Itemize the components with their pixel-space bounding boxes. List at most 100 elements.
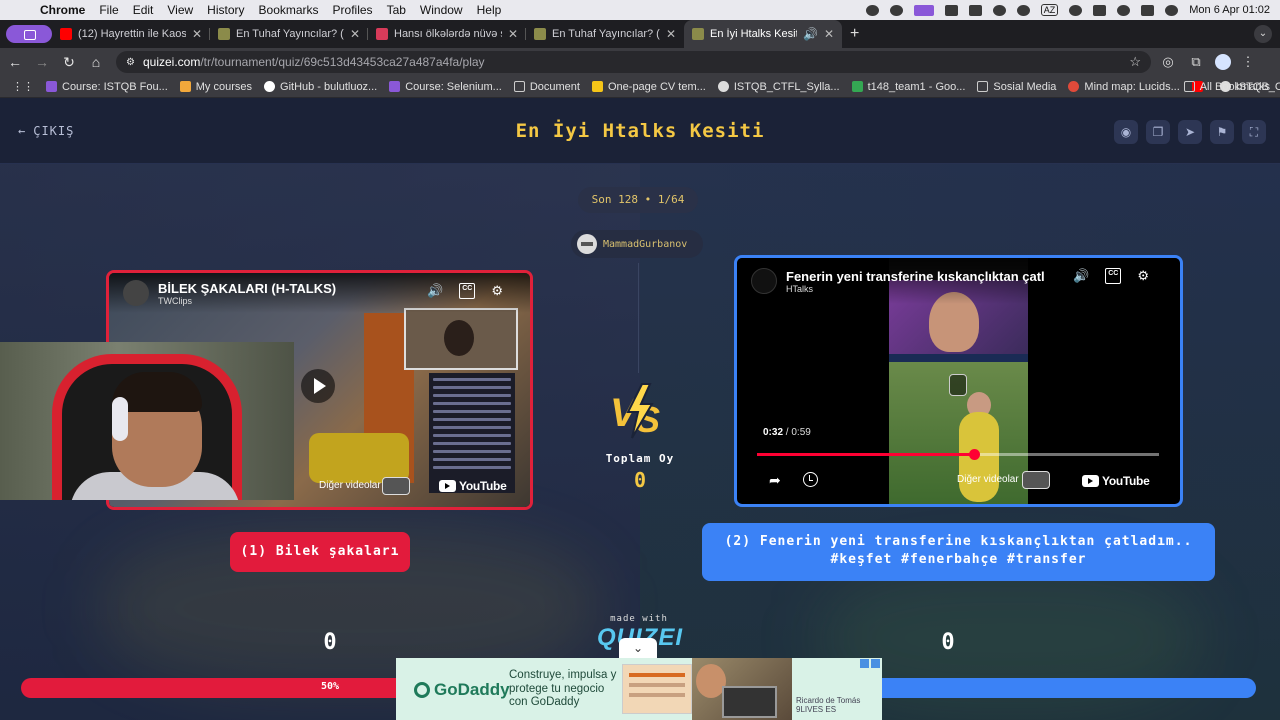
wifi-icon[interactable]	[1069, 4, 1083, 16]
folder-icon	[513, 81, 525, 92]
bookmark-label: Document	[529, 80, 580, 93]
browser-tab[interactable]: En Tuhaf Yayıncılar? (Kick Yay ✕	[526, 20, 684, 48]
video-title[interactable]: BİLEK ŞAKALARI (H-TALKS)	[158, 281, 336, 296]
tab-group-icon[interactable]	[6, 25, 52, 43]
copy-icon[interactable]: ❐	[1146, 120, 1170, 144]
bookmark-item[interactable]: My courses	[179, 81, 252, 93]
play-icon[interactable]	[992, 4, 1006, 16]
menu-window[interactable]: Window	[420, 3, 463, 17]
close-tab-icon[interactable]: ✕	[350, 27, 360, 41]
flag-icon[interactable]: ⚑	[1210, 120, 1234, 144]
tab-search-button[interactable]: ⌄	[1254, 25, 1272, 43]
captions-icon[interactable]: CC	[459, 283, 476, 299]
bookmark-item[interactable]: Sosial Media	[977, 81, 1056, 93]
user-badge[interactable]: MammadGurbanov	[571, 230, 703, 258]
sync-icon[interactable]	[889, 4, 903, 16]
lucid-icon	[1068, 81, 1080, 92]
share-icon[interactable]: ➤	[1178, 120, 1202, 144]
channel-avatar[interactable]	[751, 268, 777, 294]
ad-choices[interactable]	[860, 659, 880, 668]
browser-toolbar: ← → ↻ ⌂ ⚙ quizei.com/tr/tournament/quiz/…	[0, 48, 1280, 76]
bookmark-star-icon[interactable]: ☆	[1129, 54, 1141, 70]
google-lens-icon[interactable]: ◎	[1157, 54, 1179, 70]
browser-tab-active[interactable]: En İyi Htalks Kesiti - Tier L 🔊 ✕	[684, 20, 842, 48]
video-time: 0:32 / 0:59	[763, 427, 811, 438]
menubar-clock[interactable]: Mon 6 Apr 01:02	[1189, 4, 1270, 16]
record-icon[interactable]	[1016, 4, 1030, 16]
chrome-menu-icon[interactable]: ⋮	[1237, 54, 1259, 70]
reload-icon[interactable]: ↻	[57, 54, 81, 71]
tab-favicon-icon	[376, 28, 388, 40]
browser-tab[interactable]: (12) Hayrettin ile Kaos Show - ✕	[52, 20, 210, 48]
tab-title: En Tuhaf Yayıncılar? (Kick Yay	[236, 28, 344, 40]
menu-edit[interactable]: Edit	[133, 3, 154, 17]
bookmark-item[interactable]: GitHub - bulutluoz...	[264, 81, 377, 93]
bookmark-item[interactable]: t148_team1 - Goo...	[851, 81, 965, 93]
channel-name[interactable]: TWClips	[158, 296, 336, 306]
bookmark-item[interactable]: Mind map: Lucids...	[1068, 81, 1180, 93]
video-icon[interactable]	[968, 4, 982, 16]
back-icon[interactable]: ←	[3, 54, 27, 70]
video-title[interactable]: Fenerin yeni transferine kıskançlıktan ç…	[786, 269, 1045, 284]
ad-collapse-button[interactable]: ⌄	[619, 638, 657, 658]
option-2-button[interactable]: (2) Fenerin yeni transferine kıskançlıkt…	[702, 523, 1215, 581]
notion-icon[interactable]	[944, 4, 958, 16]
screen-share-icon[interactable]	[913, 4, 934, 16]
menu-profiles[interactable]: Profiles	[333, 3, 373, 17]
audio-playing-icon[interactable]: 🔊	[803, 27, 818, 41]
extensions-icon[interactable]: ⧉	[1185, 54, 1207, 70]
bookmark-label: Sosial Media	[993, 80, 1057, 93]
advertisement-banner[interactable]: GoDaddy Construye, impulsa y protege tu …	[396, 658, 882, 720]
volume-icon[interactable]: 🔊	[1073, 268, 1089, 284]
search-icon[interactable]	[1117, 4, 1131, 16]
channel-avatar[interactable]	[123, 280, 149, 306]
play-button[interactable]	[301, 369, 335, 403]
creative-cloud-icon[interactable]	[865, 4, 879, 16]
forward-icon[interactable]: →	[30, 54, 54, 70]
battery-icon[interactable]	[1093, 4, 1107, 16]
settings-gear-icon[interactable]: ⚙	[491, 283, 503, 299]
menu-bookmarks[interactable]: Bookmarks	[259, 3, 319, 17]
browser-tab[interactable]: Hansı ölkələrdə nüvə silahı va ✕	[368, 20, 526, 48]
tab-title: Hansı ölkələrdə nüvə silahı va	[394, 28, 502, 40]
bookmark-item[interactable]: Course: Selenium...	[389, 81, 502, 93]
close-tab-icon[interactable]: ✕	[508, 27, 518, 41]
option-1-button[interactable]: (1) Bilek şakaları	[230, 532, 410, 572]
keyboard-layout-indicator[interactable]: AZ	[1040, 4, 1059, 16]
bookmark-item[interactable]: Course: ISTQB Fou...	[46, 81, 168, 93]
settings-gear-icon[interactable]: ⚙	[1137, 268, 1149, 284]
siri-icon[interactable]	[1165, 4, 1179, 16]
close-tab-icon[interactable]: ✕	[192, 27, 202, 41]
site-info-icon[interactable]: ⚙	[126, 57, 135, 68]
profile-avatar[interactable]	[1215, 54, 1231, 70]
new-tab-button[interactable]: +	[850, 25, 859, 43]
volume-icon[interactable]: 🔊	[427, 283, 443, 299]
adchoices-icon[interactable]	[860, 659, 869, 668]
browser-tab[interactable]: En Tuhaf Yayıncılar? (Kick Yay ✕	[210, 20, 368, 48]
bookmark-favicon-icon	[389, 81, 401, 92]
bookmark-item[interactable]: ISTQB_CTFL_Sylla...	[717, 81, 840, 93]
apps-grid-icon[interactable]: ⋮⋮	[12, 80, 34, 93]
fullscreen-icon[interactable]: ⛶	[1242, 120, 1266, 144]
ad-close-icon[interactable]	[871, 659, 880, 668]
menu-tab[interactable]: Tab	[387, 3, 406, 17]
time-current: 0:32	[763, 427, 784, 438]
control-center-icon[interactable]	[1141, 4, 1155, 16]
ad-line-1: Construye, impulsa y	[509, 669, 617, 681]
captions-icon[interactable]: CC	[1105, 268, 1122, 284]
bookmark-item[interactable]: One-page CV tem...	[591, 81, 706, 93]
menu-view[interactable]: View	[167, 3, 193, 17]
menu-file[interactable]: File	[99, 3, 118, 17]
option-2-vote-bar: 50%	[757, 678, 1256, 698]
eye-icon[interactable]: ◉	[1114, 120, 1138, 144]
menu-history[interactable]: History	[207, 3, 244, 17]
all-bookmarks[interactable]: All Bookmarks	[1183, 81, 1270, 93]
home-icon[interactable]: ⌂	[84, 54, 108, 70]
close-tab-icon[interactable]: ✕	[666, 27, 676, 41]
address-bar[interactable]: ⚙ quizei.com/tr/tournament/quiz/69c513d4…	[116, 51, 1151, 73]
menu-help[interactable]: Help	[477, 3, 502, 17]
close-tab-icon[interactable]: ✕	[824, 27, 834, 41]
channel-name[interactable]: HTalks	[786, 284, 1045, 294]
menu-app[interactable]: Chrome	[40, 3, 85, 17]
bookmark-item[interactable]: Document	[513, 80, 580, 93]
